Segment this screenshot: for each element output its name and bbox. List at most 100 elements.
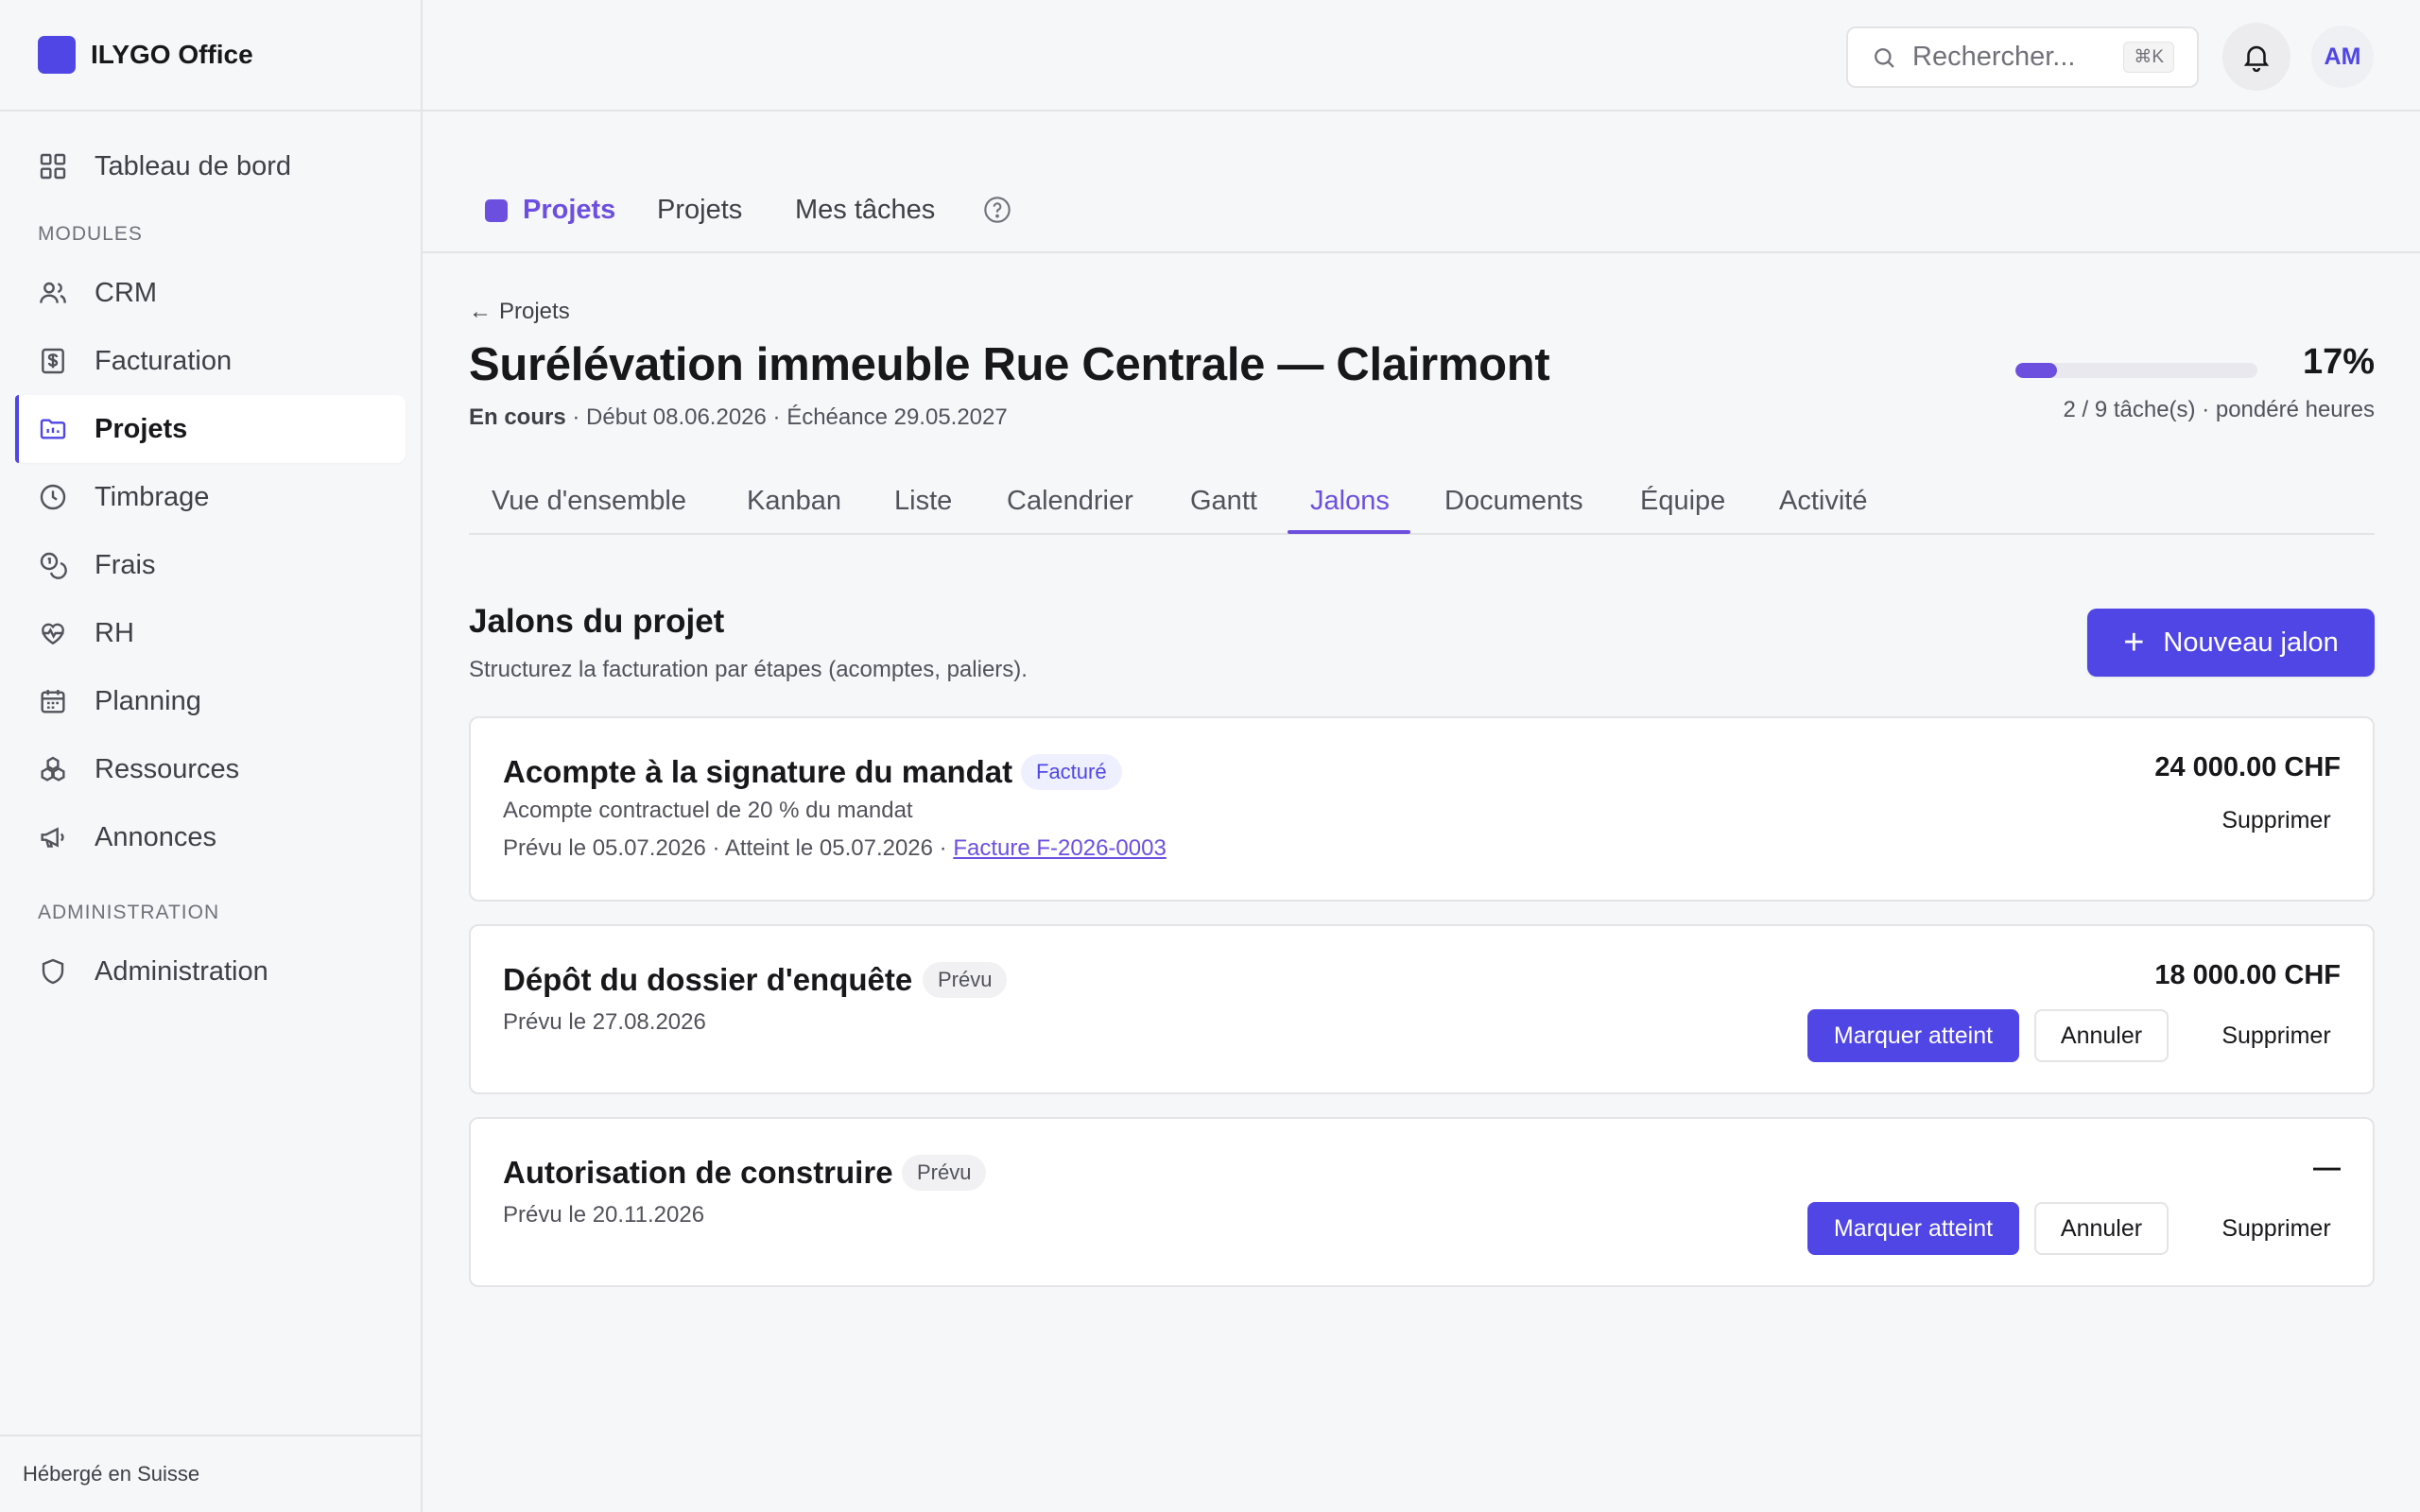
- grid-icon: [40, 153, 66, 180]
- sidebar-item-planning[interactable]: Planning: [15, 667, 406, 735]
- milestone-amount: 24 000.00 CHF: [2154, 752, 2341, 782]
- mark-reached-button[interactable]: Marquer atteint: [1807, 1202, 2019, 1255]
- sidebar-item-annonces[interactable]: Annonces: [15, 803, 406, 871]
- milestone-description: Acompte contractuel de 20 % du mandat: [503, 798, 913, 823]
- search-input[interactable]: Rechercher... ⌘K: [1846, 26, 2199, 88]
- milestone-name: Autorisation de construire: [503, 1155, 893, 1190]
- notifications-button[interactable]: [2222, 23, 2290, 91]
- sidebar-item-rh[interactable]: RH: [15, 599, 406, 667]
- heart-pulse-icon: [42, 623, 64, 645]
- delete-button[interactable]: Supprimer: [2201, 794, 2352, 847]
- sidebar-footer: Hébergé en Suisse: [0, 1435, 421, 1512]
- megaphone-icon: [41, 827, 64, 848]
- invoice-icon: [42, 348, 64, 374]
- sidebar-item-label: Planning: [95, 685, 201, 716]
- sidebar-item-frais[interactable]: Frais: [15, 531, 406, 599]
- sidebar-item-administration[interactable]: Administration: [15, 937, 406, 1005]
- tab-equipe[interactable]: Équipe: [1640, 486, 1725, 517]
- brand-name: ILYGO Office: [91, 40, 253, 69]
- sidebar-item-timbrage[interactable]: Timbrage: [15, 463, 406, 531]
- active-tab-indicator: [1288, 530, 1410, 534]
- sidebar-nav: Tableau de bord MODULES CRM Facturation …: [0, 112, 421, 1005]
- project-progress: 17% 2 / 9 tâche(s) · pondéré heures: [2015, 342, 2375, 427]
- module-tab-projets[interactable]: Projets: [657, 195, 742, 226]
- progress-percent: 17%: [2302, 342, 2375, 382]
- users-icon: [40, 282, 66, 303]
- new-milestone-label: Nouveau jalon: [2163, 627, 2339, 658]
- sidebar-item-label: Projets: [95, 413, 188, 444]
- module-tab-mes-taches[interactable]: Mes tâches: [795, 195, 935, 226]
- tab-vue-ensemble[interactable]: Vue d'ensemble: [492, 486, 686, 517]
- status-badge: Facturé: [1021, 754, 1122, 790]
- progress-bar: [2015, 363, 2257, 378]
- module-nav: Projets Projets Mes tâches: [423, 112, 2420, 253]
- plus-icon: +: [2123, 623, 2145, 662]
- tab-documents[interactable]: Documents: [1444, 486, 1583, 517]
- tab-jalons[interactable]: Jalons: [1310, 486, 1390, 517]
- topbar: Rechercher... ⌘K AM: [423, 0, 2420, 112]
- boxes-icon: [41, 756, 65, 782]
- sidebar-item-label: Tableau de bord: [95, 150, 291, 181]
- project-dates: · Début 08.06.2026 · Échéance 29.05.2027: [565, 404, 1008, 430]
- section-label-modules: MODULES: [38, 223, 143, 245]
- sidebar-item-crm[interactable]: CRM: [15, 259, 406, 327]
- bell-icon: [2243, 45, 2270, 73]
- sidebar-item-projets[interactable]: Projets: [15, 395, 406, 463]
- section-label-administration: ADMINISTRATION: [38, 902, 220, 923]
- module-brand-label: Projets: [523, 195, 616, 225]
- milestone-dates: Prévu le 27.08.2026: [503, 1009, 706, 1035]
- shield-icon: [42, 958, 64, 985]
- milestone-card: Acompte à la signature du mandat Facturé…: [469, 716, 2375, 902]
- tab-liste[interactable]: Liste: [894, 486, 952, 517]
- tab-gantt[interactable]: Gantt: [1190, 486, 1257, 517]
- sidebar-item-ressources[interactable]: Ressources: [15, 735, 406, 803]
- help-icon[interactable]: [982, 195, 1012, 225]
- search-placeholder: Rechercher...: [1912, 42, 2076, 72]
- sidebar-item-label: CRM: [95, 277, 158, 308]
- brand-logo: [38, 36, 76, 74]
- delete-button[interactable]: Supprimer: [2201, 1202, 2352, 1255]
- calendar-icon: [41, 690, 65, 713]
- sidebar-item-label: Administration: [95, 955, 268, 987]
- milestone-name: Acompte à la signature du mandat: [503, 754, 1013, 789]
- clock-icon: [40, 484, 66, 510]
- status-label: En cours: [469, 404, 566, 430]
- milestone-card: Autorisation de construire Prévu Prévu l…: [469, 1117, 2375, 1287]
- sidebar: ILYGO Office Tableau de bord MODULES CRM…: [0, 0, 423, 1512]
- sidebar-item-label: Annonces: [95, 821, 216, 852]
- avatar[interactable]: AM: [2311, 26, 2374, 88]
- module-brand[interactable]: Projets: [485, 195, 615, 226]
- folder-icon: [40, 419, 66, 439]
- tab-activite[interactable]: Activité: [1779, 486, 1867, 517]
- milestone-dates-text: Prévu le 05.07.2026 · Atteint le 05.07.2…: [503, 835, 954, 861]
- sidebar-item-label: Timbrage: [95, 481, 210, 512]
- status-badge: Prévu: [902, 1155, 987, 1191]
- back-link[interactable]: ← Projets: [469, 299, 570, 325]
- section-subtitle: Structurez la facturation par étapes (ac…: [469, 657, 1028, 682]
- sidebar-item-facturation[interactable]: Facturation: [15, 327, 406, 395]
- tab-calendrier[interactable]: Calendrier: [1007, 486, 1133, 517]
- mark-reached-button[interactable]: Marquer atteint: [1807, 1009, 2019, 1062]
- tab-kanban[interactable]: Kanban: [747, 486, 841, 517]
- milestone-card: Dépôt du dossier d'enquête Prévu Prévu l…: [469, 924, 2375, 1094]
- arrow-left-icon: ←: [469, 299, 492, 324]
- search-icon: [1875, 47, 1894, 68]
- milestone-dates: Prévu le 20.11.2026: [503, 1202, 705, 1228]
- progress-summary: 2 / 9 tâche(s) · pondéré heures: [2063, 397, 2375, 422]
- status-badge: Prévu: [923, 962, 1008, 998]
- project-meta: En cours · Début 08.06.2026 · Échéance 2…: [469, 404, 1008, 431]
- cancel-button[interactable]: Annuler: [2034, 1202, 2169, 1255]
- section-title: Jalons du projet: [469, 603, 725, 640]
- milestone-amount: 18 000.00 CHF: [2154, 960, 2341, 990]
- sidebar-item-dashboard[interactable]: Tableau de bord: [15, 132, 406, 200]
- back-link-label: Projets: [499, 299, 570, 324]
- milestone-dates: Prévu le 05.07.2026 · Atteint le 05.07.2…: [503, 835, 1167, 862]
- sidebar-item-label: Facturation: [95, 345, 233, 376]
- brand[interactable]: ILYGO Office: [0, 0, 421, 112]
- progress-fill: [2015, 363, 2057, 378]
- cancel-button[interactable]: Annuler: [2034, 1009, 2169, 1062]
- delete-button[interactable]: Supprimer: [2201, 1009, 2352, 1062]
- module-dot: [485, 198, 508, 222]
- new-milestone-button[interactable]: + Nouveau jalon: [2087, 609, 2375, 677]
- invoice-link[interactable]: Facture F-2026-0003: [953, 835, 1166, 861]
